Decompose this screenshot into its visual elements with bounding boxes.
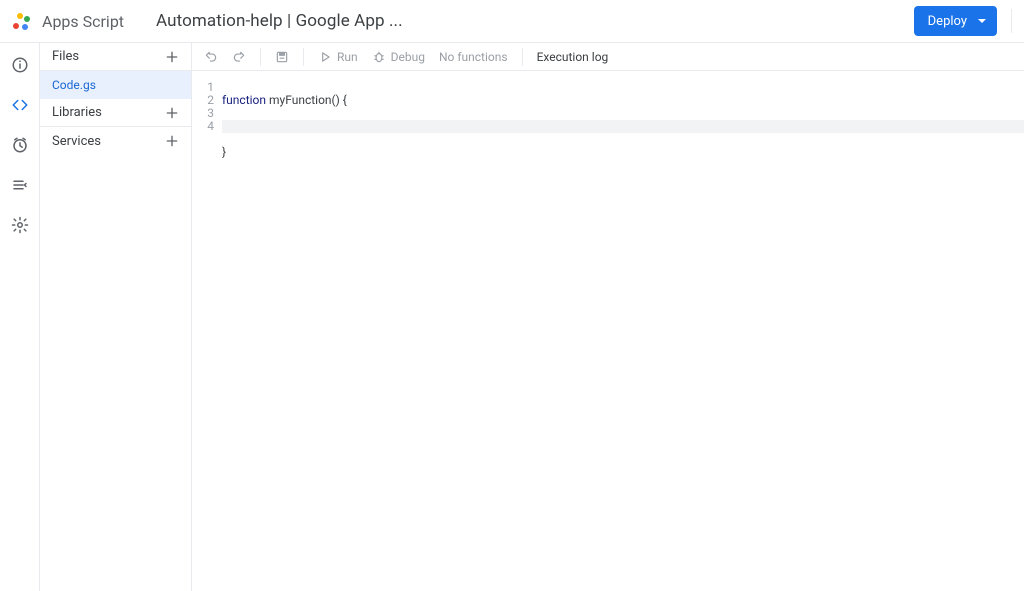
files-label: Files: [52, 49, 79, 64]
play-icon: [318, 50, 332, 64]
libraries-label: Libraries: [52, 105, 102, 120]
undo-button[interactable]: [200, 50, 222, 64]
add-service-button[interactable]: [163, 132, 181, 150]
bug-icon: [372, 50, 386, 64]
editor-pane: Run Debug No functions Execution log 1 2…: [192, 43, 1024, 591]
code-content[interactable]: function myFunction() { }: [222, 81, 1024, 591]
line-number: 4: [192, 120, 214, 133]
undo-icon: [204, 50, 218, 64]
files-sidebar: Files Code.gs Libraries Services: [40, 43, 192, 591]
code-icon: [11, 96, 29, 114]
gear-icon: [11, 216, 29, 234]
redo-button[interactable]: [228, 50, 250, 64]
code-editor[interactable]: 1 2 3 4 function myFunction() { }: [192, 71, 1024, 591]
toolbar-sep: [260, 48, 261, 66]
run-label: Run: [337, 50, 358, 64]
code-text: [222, 120, 1024, 133]
header-divider: [1011, 9, 1012, 33]
debug-button[interactable]: Debug: [368, 50, 429, 64]
code-text: myFunction() {: [266, 93, 347, 107]
file-item-code-gs[interactable]: Code.gs: [40, 71, 191, 99]
keyword: function: [222, 93, 266, 107]
rail-executions[interactable]: [8, 173, 32, 197]
save-icon: [275, 50, 289, 64]
add-file-button[interactable]: [163, 48, 181, 66]
left-rail: [0, 43, 40, 591]
toolbar-sep: [303, 48, 304, 66]
list-icon: [11, 176, 29, 194]
info-icon: [11, 56, 29, 74]
services-header: Services: [40, 127, 191, 155]
files-header: Files: [40, 43, 191, 71]
rail-editor[interactable]: [8, 93, 32, 117]
deploy-label: Deploy: [928, 14, 967, 29]
plus-icon: [164, 49, 180, 65]
function-label: No functions: [439, 50, 508, 64]
plus-icon: [164, 133, 180, 149]
execlog-label: Execution log: [537, 50, 609, 64]
code-text: }: [222, 146, 1024, 159]
libraries-header: Libraries: [40, 99, 191, 127]
file-name: Code.gs: [52, 78, 96, 92]
apps-script-logo: [8, 7, 36, 35]
editor-toolbar: Run Debug No functions Execution log: [192, 43, 1024, 71]
plus-icon: [164, 105, 180, 121]
rail-overview[interactable]: [8, 53, 32, 77]
save-button[interactable]: [271, 50, 293, 64]
rail-triggers[interactable]: [8, 133, 32, 157]
deploy-button[interactable]: Deploy: [914, 6, 997, 36]
rail-settings[interactable]: [8, 213, 32, 237]
product-name: Apps Script: [42, 12, 124, 31]
redo-icon: [232, 50, 246, 64]
run-button[interactable]: Run: [314, 50, 362, 64]
line-gutter: 1 2 3 4: [192, 81, 222, 591]
add-library-button[interactable]: [163, 104, 181, 122]
debug-label: Debug: [391, 50, 425, 64]
services-label: Services: [52, 134, 101, 149]
clock-icon: [11, 136, 29, 154]
project-title[interactable]: Automation-help | Google App ...: [156, 11, 403, 31]
execution-log-button[interactable]: Execution log: [533, 50, 613, 64]
chevron-down-icon: [977, 16, 987, 26]
toolbar-sep: [522, 48, 523, 66]
function-select[interactable]: No functions: [435, 50, 512, 64]
